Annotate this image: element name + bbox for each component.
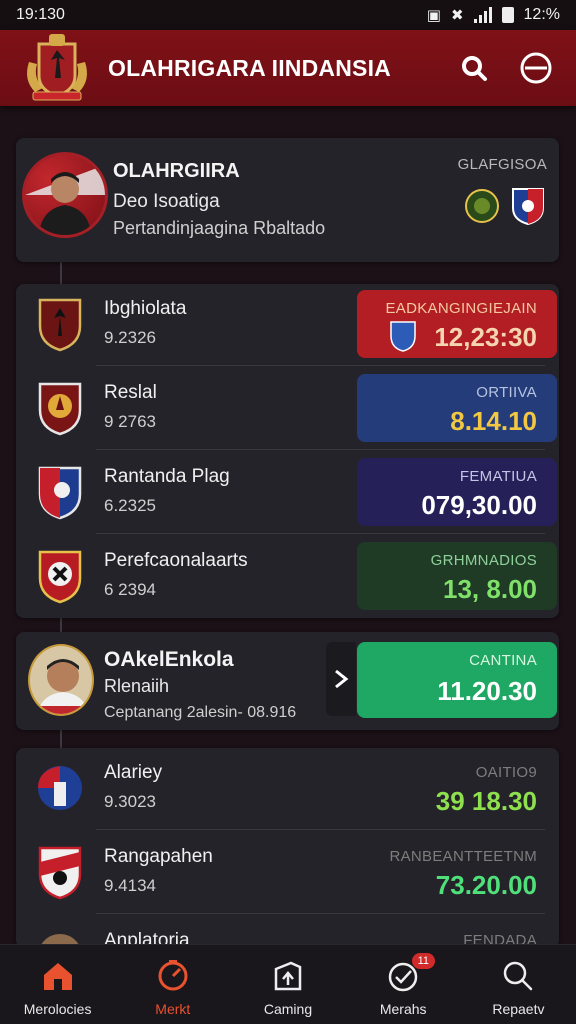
bottom-nav: Merolocies Merkt Caming 11 Merahs Repaet…: [0, 944, 576, 1024]
nav-label: Merolocies: [23, 1001, 92, 1017]
match-name: Perefcaonalaarts: [104, 550, 248, 571]
chevron-right-icon: [335, 669, 349, 689]
team-badge-icon: [512, 188, 544, 226]
highlight-card[interactable]: OAkelEnkola Rlenaiih Ceptanang 2alesin- …: [16, 632, 559, 730]
odds-value: 73.20.00: [435, 870, 537, 900]
odds-button[interactable]: ORTIIVA 8.14.10: [357, 374, 557, 442]
team-crest-icon: [38, 550, 82, 604]
highlight-name: OAkelEnkola: [104, 648, 234, 671]
player-avatar: [22, 152, 108, 238]
battery-level: 12:%: [523, 6, 560, 23]
odds-button[interactable]: RANBEANTTEETNM 73.20.00: [357, 838, 557, 906]
odds-value: 8.14.10: [450, 406, 537, 436]
odds-value: 11.20.30: [437, 676, 537, 706]
market-icon: [158, 960, 188, 991]
app-header: OLAHRIGARA IINDANSIA: [0, 30, 576, 106]
nav-item-home[interactable]: Merolocies: [0, 945, 115, 1024]
odds-label: CANTINA: [469, 652, 537, 669]
nav-item-report[interactable]: Repaetv: [461, 945, 576, 1024]
notification-icon: ▣: [426, 7, 441, 24]
nav-label: Merkt: [155, 1001, 191, 1017]
odds-button[interactable]: OAITIO9 39 18.30: [357, 754, 557, 822]
status-time: 19:130: [16, 6, 65, 23]
odds-label: EADKANGINGIEJAIN: [385, 300, 537, 317]
match-row[interactable]: Rantanda Plag 6.2325 FEMATIUA 079,30.00: [16, 452, 559, 534]
nav-label: Repaetv: [492, 1001, 545, 1017]
match-name: Ibghiolata: [104, 298, 187, 319]
notification-badge: 11: [411, 953, 436, 969]
odds-value: 079,30.00: [421, 490, 537, 520]
gaming-icon: [274, 961, 302, 991]
nav-item-market[interactable]: Merkt: [115, 945, 230, 1024]
nav-item-matches[interactable]: 11 Merahs: [346, 945, 461, 1024]
match-row[interactable]: Reslal 9 2763 ORTIIVA 8.14.10: [16, 368, 559, 450]
match-list-secondary: Alariey 9.3023 OAITIO9 39 18.30 Rangapah…: [16, 748, 559, 978]
battery-icon: [501, 7, 514, 23]
menu-button[interactable]: [514, 46, 558, 90]
match-row[interactable]: Ibghiolata 9.2326 EADKANGINGIEJAIN 12,23…: [16, 284, 559, 366]
odds-button[interactable]: FEMATIUA 079,30.00: [357, 458, 557, 526]
nav-label: Caming: [263, 1001, 313, 1017]
match-row[interactable]: Rangapahen 9.4134 RANBEANTTEETNM 73.20.0…: [16, 832, 559, 914]
match-name: Alariey: [104, 762, 163, 783]
featured-card[interactable]: OLAHRGIIRA Deo Isoatiga Pertandinjaagina…: [16, 138, 559, 262]
match-date: 9 2763: [104, 412, 156, 431]
match-name: Rangapahen: [104, 846, 213, 867]
search-icon: [462, 56, 487, 81]
odds-button[interactable]: EADKANGINGIEJAIN 12,23:30: [357, 290, 557, 358]
match-list: Ibghiolata 9.2326 EADKANGINGIEJAIN 12,23…: [16, 284, 559, 618]
match-date: 9.3023: [104, 792, 156, 811]
odds-label: FEMATIUA: [459, 468, 537, 485]
nav-item-gaming[interactable]: Caming: [230, 945, 345, 1024]
odds-label: OAITIO9: [475, 764, 537, 781]
team-crest-icon: [38, 766, 82, 810]
home-icon: [43, 963, 72, 990]
search-button[interactable]: [452, 46, 496, 90]
team-crest-icon: [38, 382, 82, 436]
match-row[interactable]: Perefcaonalaarts 6 2394 GRHMNADIOS 13, 8…: [16, 536, 559, 618]
featured-side-label: GLAFGISOA: [457, 156, 547, 173]
timeline-connector: [60, 618, 62, 632]
odds-value: 12,23:30: [434, 322, 537, 352]
player-avatar: [28, 644, 94, 716]
match-row[interactable]: Alariey 9.3023 OAITIO9 39 18.30: [16, 748, 559, 830]
mute-icon: ✖: [450, 7, 464, 24]
status-bar: 19:130 ▣ ✖ 12:%: [0, 0, 576, 30]
match-name: Rantanda Plag: [104, 466, 230, 487]
highlight-detail: Ceptanang 2alesin- 08.916: [104, 704, 297, 721]
odds-button[interactable]: CANTINA 11.20.30: [357, 642, 557, 718]
odds-button[interactable]: GRHMNADIOS 13, 8.00: [357, 542, 557, 610]
odds-label: ORTIIVA: [476, 384, 537, 401]
team-crest-icon: [38, 298, 82, 352]
highlight-subtitle: Rlenaiih: [104, 676, 170, 696]
search-icon: [504, 961, 533, 991]
timeline-connector: [60, 730, 62, 748]
timeline-connector: [60, 262, 62, 286]
team-crest-icon: [38, 846, 82, 900]
featured-subtitle: Deo Isoatiga: [113, 191, 220, 212]
team-badge-icon: [465, 189, 499, 223]
featured-name: OLAHRGIIRA: [113, 160, 240, 182]
crest-logo: [18, 30, 96, 106]
odds-label: RANBEANTTEETNM: [389, 848, 537, 865]
menu-circle-icon: [520, 52, 552, 84]
match-date: 6 2394: [104, 580, 156, 599]
match-date: 9.2326: [104, 328, 156, 347]
match-date: 6.2325: [104, 496, 156, 515]
shield-icon: [390, 321, 416, 352]
odds-value: 39 18.30: [435, 786, 537, 816]
team-crest-icon: [38, 466, 82, 520]
expand-button[interactable]: [326, 642, 356, 716]
odds-value: 13, 8.00: [443, 574, 537, 604]
signal-icon: [473, 7, 492, 23]
nav-label: Merahs: [379, 1001, 427, 1017]
featured-description: Pertandinjaagina Rbaltado: [113, 218, 326, 238]
match-date: 9.4134: [104, 876, 156, 895]
odds-label: GRHMNADIOS: [430, 552, 537, 569]
app-title: OLAHRIGARA IINDANSIA: [108, 54, 391, 81]
match-name: Reslal: [104, 382, 157, 403]
